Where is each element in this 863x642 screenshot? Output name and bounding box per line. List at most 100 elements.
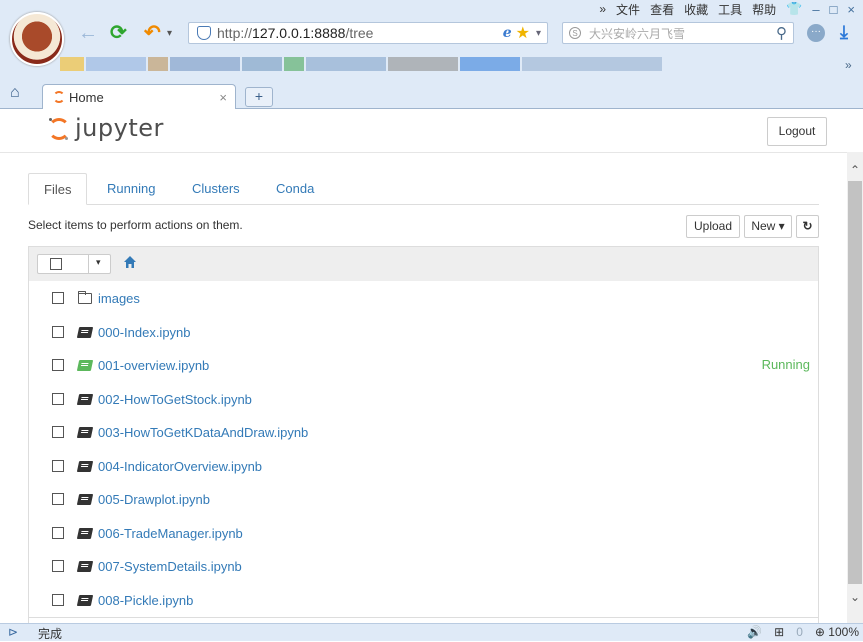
jupyter-logo-text[interactable]: jupyter xyxy=(75,114,164,142)
home-folder-icon[interactable] xyxy=(123,255,137,269)
menu-file[interactable]: 文件 xyxy=(616,1,640,18)
select-all-checkbox[interactable] xyxy=(50,258,62,270)
refresh-list-button[interactable]: ↻ xyxy=(796,215,819,238)
row-checkbox[interactable] xyxy=(52,460,64,472)
new-tab-button[interactable]: + xyxy=(245,87,273,107)
scrollbar-thumb[interactable] xyxy=(848,181,862,584)
undo-icon[interactable]: ↶ xyxy=(144,22,161,44)
jupyter-logo-icon[interactable] xyxy=(48,118,70,140)
item-link[interactable]: 003-HowToGetKDataAndDraw.ipynb xyxy=(98,425,308,440)
list-item[interactable]: 006-TradeManager.ipynb xyxy=(29,516,818,551)
item-link[interactable]: 006-TradeManager.ipynb xyxy=(98,526,243,541)
list-item[interactable]: 005-Drawplot.ipynb xyxy=(29,482,818,517)
new-dropdown-button[interactable]: New ▾ xyxy=(744,215,792,238)
skin-icon[interactable]: 👕 xyxy=(786,1,802,17)
url-host: 127.0.0.1:8888 xyxy=(252,25,346,41)
list-item[interactable]: 000-Index.ipynb xyxy=(29,315,818,350)
row-checkbox[interactable] xyxy=(52,594,64,606)
status-text: 完成 xyxy=(38,627,63,641)
select-all-control[interactable]: ▾ xyxy=(37,254,111,274)
bookmark-blurred[interactable] xyxy=(522,57,662,71)
favorite-star-icon[interactable]: ★ xyxy=(516,23,530,43)
tab-conda[interactable]: Conda xyxy=(261,173,329,204)
running-status-badge: Running xyxy=(761,357,810,372)
bookmark-blurred[interactable] xyxy=(148,57,168,71)
download-icon[interactable]: ⤓ xyxy=(840,22,848,43)
list-item[interactable]: 008-Pickle.ipynb xyxy=(29,583,818,618)
bookmark-blurred[interactable] xyxy=(60,57,84,71)
back-arrow-icon[interactable]: ← xyxy=(78,22,98,44)
more-icon[interactable]: ··· xyxy=(807,24,825,42)
tab-close-icon[interactable]: × xyxy=(219,90,227,105)
item-link[interactable]: 001-overview.ipynb xyxy=(98,358,209,373)
select-dropdown-icon[interactable]: ▾ xyxy=(96,257,101,268)
row-checkbox[interactable] xyxy=(52,326,64,338)
item-link[interactable]: 000-Index.ipynb xyxy=(98,325,191,340)
tab-clusters[interactable]: Clusters xyxy=(177,173,255,204)
bookmarks-more-icon[interactable]: » xyxy=(845,58,852,72)
blocked-count[interactable]: 0 xyxy=(796,625,803,639)
tab-files[interactable]: Files xyxy=(28,173,88,205)
item-link[interactable]: images xyxy=(98,291,140,306)
undo-dropdown-icon[interactable]: ▾ xyxy=(167,28,172,39)
row-checkbox[interactable] xyxy=(52,292,64,304)
user-avatar[interactable] xyxy=(10,12,64,66)
list-item[interactable]: 004-IndicatorOverview.ipynb xyxy=(29,449,818,484)
item-link[interactable]: 008-Pickle.ipynb xyxy=(98,593,193,608)
row-checkbox[interactable] xyxy=(52,560,64,572)
sidebar-toggle-icon[interactable]: ⊳ xyxy=(8,625,18,639)
list-item[interactable]: images xyxy=(29,281,818,316)
menu-favorites[interactable]: 收藏 xyxy=(684,1,708,18)
bookmark-blurred[interactable] xyxy=(460,57,520,71)
list-item[interactable]: 002-HowToGetStock.ipynb xyxy=(29,382,818,417)
browser-menubar: » 文件 查看 收藏 工具 帮助 👕 – □ × xyxy=(599,0,863,18)
row-checkbox[interactable] xyxy=(52,426,64,438)
close-window-button[interactable]: × xyxy=(847,2,855,17)
address-url[interactable]: http://127.0.0.1:8888/tree xyxy=(217,25,503,41)
menu-help[interactable]: 帮助 xyxy=(752,1,776,18)
home-icon[interactable]: ⌂ xyxy=(10,84,20,102)
notebook-icon xyxy=(76,427,94,438)
address-bar[interactable]: http://127.0.0.1:8888/tree e ★ ▾ xyxy=(188,22,548,44)
search-engine-icon[interactable]: S xyxy=(569,27,581,39)
list-item[interactable]: 003-HowToGetKDataAndDraw.ipynb xyxy=(29,415,818,450)
browser-tab-home[interactable]: Home × xyxy=(42,84,236,109)
row-checkbox[interactable] xyxy=(52,359,64,371)
tab-running[interactable]: Running xyxy=(92,173,170,204)
screenshot-icon[interactable]: ⊞ xyxy=(774,625,784,639)
scroll-down-icon[interactable]: ⌄ xyxy=(847,590,863,604)
row-checkbox[interactable] xyxy=(52,493,64,505)
bookmark-blurred[interactable] xyxy=(388,57,458,71)
notebook-icon xyxy=(76,494,94,505)
menu-tools[interactable]: 工具 xyxy=(718,1,742,18)
statusbar-tools: 🔊 ⊞ 0 ⊕ 100% xyxy=(747,625,859,639)
item-link[interactable]: 007-SystemDetails.ipynb xyxy=(98,559,242,574)
ie-engine-icon[interactable]: e xyxy=(503,25,512,41)
minimize-button[interactable]: – xyxy=(812,2,819,17)
bookmark-blurred[interactable] xyxy=(86,57,146,71)
logout-button[interactable]: Logout xyxy=(767,117,827,146)
item-link[interactable]: 002-HowToGetStock.ipynb xyxy=(98,392,252,407)
address-dropdown-icon[interactable]: ▾ xyxy=(536,28,541,39)
menu-more[interactable]: » xyxy=(599,2,606,16)
search-icon[interactable]: ⚲ xyxy=(776,24,787,42)
row-checkbox[interactable] xyxy=(52,527,64,539)
zoom-level[interactable]: ⊕ 100% xyxy=(815,625,859,639)
bookmark-blurred[interactable] xyxy=(284,57,304,71)
selection-hint: Select items to perform actions on them. xyxy=(28,218,243,232)
sound-icon[interactable]: 🔊 xyxy=(747,625,762,639)
menu-view[interactable]: 查看 xyxy=(650,1,674,18)
list-item[interactable]: 001-overview.ipynb Running xyxy=(29,348,818,383)
upload-button[interactable]: Upload xyxy=(686,215,740,238)
refresh-icon[interactable]: ⟳ xyxy=(110,22,127,44)
scroll-up-icon[interactable]: ⌃ xyxy=(847,163,863,177)
search-box[interactable]: S 大兴安岭六月飞雪 ⚲ xyxy=(562,22,794,44)
maximize-button[interactable]: □ xyxy=(830,2,838,17)
bookmark-blurred[interactable] xyxy=(306,57,386,71)
bookmark-blurred[interactable] xyxy=(242,57,282,71)
bookmark-blurred[interactable] xyxy=(170,57,240,71)
item-link[interactable]: 004-IndicatorOverview.ipynb xyxy=(98,459,262,474)
row-checkbox[interactable] xyxy=(52,393,64,405)
list-item[interactable]: 007-SystemDetails.ipynb xyxy=(29,549,818,584)
item-link[interactable]: 005-Drawplot.ipynb xyxy=(98,492,210,507)
